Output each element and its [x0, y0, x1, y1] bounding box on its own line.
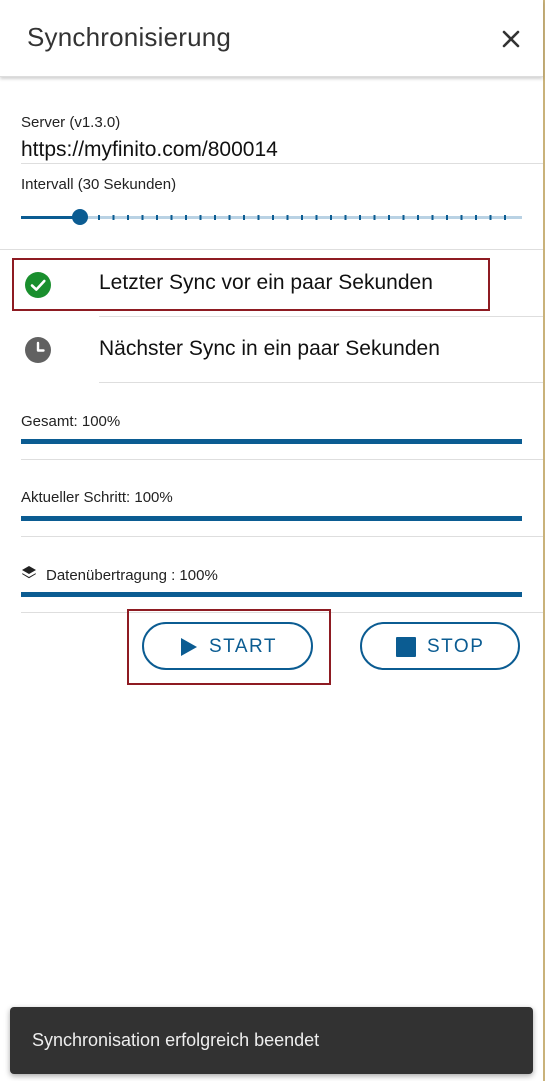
- snackbar-message: Synchronisation erfolgreich beendet: [32, 1030, 320, 1050]
- slider-tick: [446, 215, 448, 220]
- current-step-progress-bar: [21, 516, 522, 521]
- slider-tick: [112, 215, 115, 220]
- slider-tick: [185, 215, 187, 220]
- divider: [21, 163, 543, 164]
- interval-label: Intervall (30 Sekunden): [21, 176, 177, 193]
- slider-tick: [388, 215, 390, 220]
- transfer-progress-bar: [21, 592, 522, 597]
- last-sync-text: Letzter Sync vor ein paar Sekunden: [99, 271, 433, 294]
- slider-tick: [301, 215, 303, 220]
- start-button[interactable]: START: [142, 622, 313, 670]
- slider-tick: [344, 215, 347, 220]
- close-button[interactable]: [498, 26, 524, 52]
- interval-slider[interactable]: [21, 205, 522, 229]
- slider-tick: [315, 215, 318, 220]
- slider-tick: [98, 215, 100, 220]
- current-step-progress-label: Aktueller Schritt: 100%: [21, 489, 173, 506]
- close-icon: [502, 30, 520, 48]
- divider: [99, 382, 543, 383]
- stop-icon: [396, 637, 416, 657]
- dialog-header: Synchronisierung: [0, 0, 543, 77]
- stop-button-label: STOP: [427, 636, 485, 657]
- server-label: Server (v1.3.0): [21, 114, 121, 131]
- next-sync-text: Nächster Sync in ein paar Sekunden: [99, 337, 440, 360]
- divider: [0, 249, 543, 250]
- divider: [21, 459, 543, 460]
- slider-thumb: [72, 209, 88, 225]
- start-button-label: START: [209, 636, 278, 657]
- server-url-field[interactable]: https://myfinito.com/800014: [21, 138, 278, 162]
- slider-tick: [286, 215, 289, 220]
- slider-tick: [431, 215, 434, 220]
- slider-tick: [257, 215, 260, 220]
- snackbar: Synchronisation erfolgreich beendet: [10, 1007, 533, 1074]
- dialog-title: Synchronisierung: [27, 22, 232, 52]
- slider-tick: [402, 215, 405, 220]
- clock-icon: [25, 337, 51, 363]
- slider-tick: [228, 215, 231, 220]
- slider-tick: [359, 215, 361, 220]
- play-icon: [181, 638, 197, 656]
- transfer-progress-label: Datenübertragung : 100%: [46, 567, 218, 584]
- slider-tick: [489, 215, 492, 220]
- slider-tick: [272, 215, 274, 220]
- slider-tick: [373, 215, 376, 220]
- slider-tick: [417, 215, 419, 220]
- slider-tick: [214, 215, 216, 220]
- slider-tick: [243, 215, 245, 220]
- slider-tick: [460, 215, 463, 220]
- total-progress-label: Gesamt: 100%: [21, 413, 121, 430]
- slider-tick: [170, 215, 173, 220]
- check-circle-icon: [25, 272, 51, 298]
- slider-tick: [504, 215, 506, 220]
- divider: [99, 316, 543, 317]
- slider-tick: [330, 215, 332, 220]
- slider-tick: [475, 215, 477, 220]
- divider: [21, 536, 543, 537]
- stop-button[interactable]: STOP: [360, 622, 520, 670]
- slider-tick: [141, 215, 144, 220]
- total-progress-bar: [21, 439, 522, 444]
- layers-icon: [22, 566, 36, 579]
- slider-tick: [127, 215, 129, 220]
- slider-tick: [156, 215, 158, 220]
- slider-tick: [199, 215, 202, 220]
